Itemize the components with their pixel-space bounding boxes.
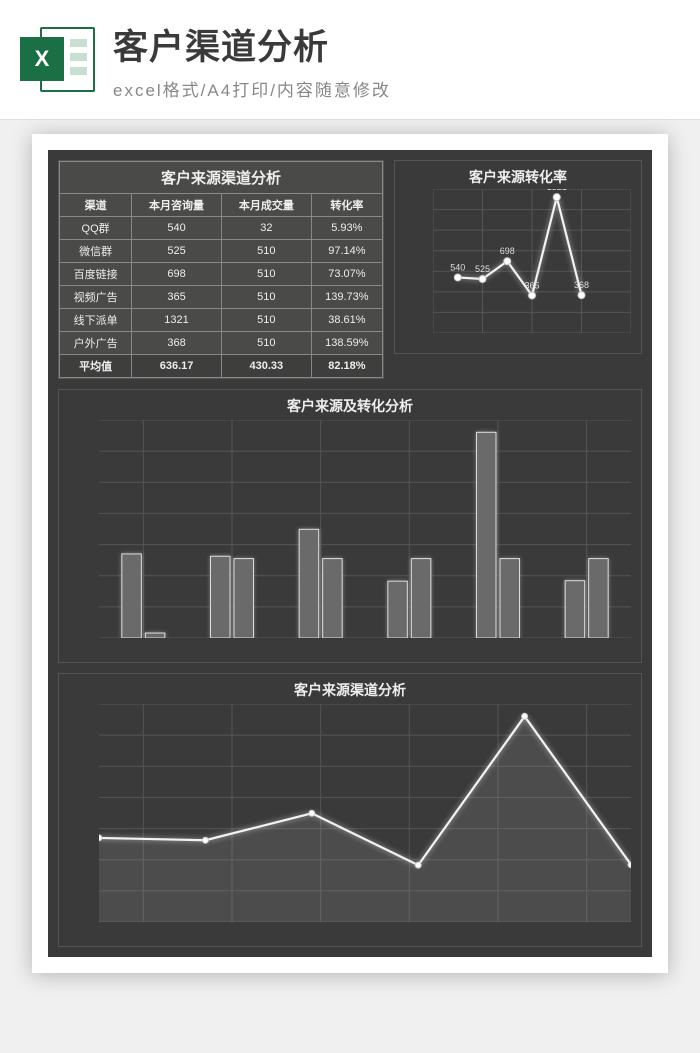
table-cell: 38.61% — [311, 309, 382, 332]
table-footer-cell: 82.18% — [311, 355, 382, 378]
table-cell: 97.14% — [311, 240, 382, 263]
page-card: 客户来源渠道分析 渠道本月咨询量本月成交量转化率 QQ群540325.93%微信… — [32, 134, 668, 973]
table-cell: 510 — [221, 240, 311, 263]
svg-text:365: 365 — [524, 280, 539, 290]
table-cell: 525 — [132, 240, 222, 263]
table-cell: 510 — [221, 263, 311, 286]
table-cell: QQ群 — [60, 217, 132, 240]
svg-text:1321: 1321 — [547, 189, 567, 192]
svg-text:698: 698 — [500, 246, 515, 256]
table-cell: 698 — [132, 263, 222, 286]
table-row: 视频广告365510139.73% — [60, 286, 383, 309]
header-subtitle: excel格式/A4打印/内容随意修改 — [113, 76, 680, 101]
table-cell: 510 — [221, 332, 311, 355]
table-col-header: 渠道 — [60, 194, 132, 217]
table-cell: 1321 — [132, 309, 222, 332]
svg-text:540: 540 — [450, 262, 465, 272]
data-table: 客户来源渠道分析 渠道本月咨询量本月成交量转化率 QQ群540325.93%微信… — [59, 161, 383, 378]
header-text: 客户渠道分析 excel格式/A4打印/内容随意修改 — [113, 19, 680, 101]
table-col-header: 本月咨询量 — [132, 194, 222, 217]
table-cell: 百度链接 — [60, 263, 132, 286]
table-cell: 线下派单 — [60, 309, 132, 332]
table-row: 微信群52551097.14% — [60, 240, 383, 263]
table-row: 线下派单132151038.61% — [60, 309, 383, 332]
rate-chart-panel: 客户来源转化率 02004006008001000120014000246854… — [394, 160, 642, 354]
chart3-title: 客户来源渠道分析 — [59, 674, 641, 706]
banner-header: X 客户渠道分析 excel格式/A4打印/内容随意修改 — [0, 0, 700, 120]
table-cell: 视频广告 — [60, 286, 132, 309]
table-footer-cell: 平均值 — [60, 355, 132, 378]
table-cell: 540 — [132, 217, 222, 240]
header-title: 客户渠道分析 — [113, 19, 680, 70]
svg-text:525: 525 — [475, 264, 490, 274]
table-cell: 510 — [221, 309, 311, 332]
table-cell: 5.93% — [311, 217, 382, 240]
table-cell: 138.59% — [311, 332, 382, 355]
area-chart-panel: 客户来源渠道分析 0200400600800100012001400QQ群微信群… — [58, 673, 642, 947]
table-footer-cell: 430.33 — [221, 355, 311, 378]
table-col-header: 转化率 — [311, 194, 382, 217]
table-cell: 73.07% — [311, 263, 382, 286]
table-cell: 510 — [221, 286, 311, 309]
svg-text:368: 368 — [574, 280, 589, 290]
table-cell: 32 — [221, 217, 311, 240]
excel-icon: X — [20, 22, 95, 97]
table-row: 百度链接69851073.07% — [60, 263, 383, 286]
table-cell: 365 — [132, 286, 222, 309]
table-cell: 139.73% — [311, 286, 382, 309]
chart2-title: 客户来源及转化分析 — [59, 390, 641, 422]
table-title: 客户来源渠道分析 — [60, 162, 383, 194]
table-cell: 368 — [132, 332, 222, 355]
dashboard: 客户来源渠道分析 渠道本月咨询量本月成交量转化率 QQ群540325.93%微信… — [48, 150, 652, 957]
table-cell: 户外广告 — [60, 332, 132, 355]
table-row: 户外广告368510138.59% — [60, 332, 383, 355]
table-footer-cell: 636.17 — [132, 355, 222, 378]
bar-chart-panel: 客户来源及转化分析 0200400600800100012001400QQ群微信… — [58, 389, 642, 663]
table-cell: 微信群 — [60, 240, 132, 263]
table-panel: 客户来源渠道分析 渠道本月咨询量本月成交量转化率 QQ群540325.93%微信… — [58, 160, 384, 379]
table-row: QQ群540325.93% — [60, 217, 383, 240]
table-col-header: 本月成交量 — [221, 194, 311, 217]
